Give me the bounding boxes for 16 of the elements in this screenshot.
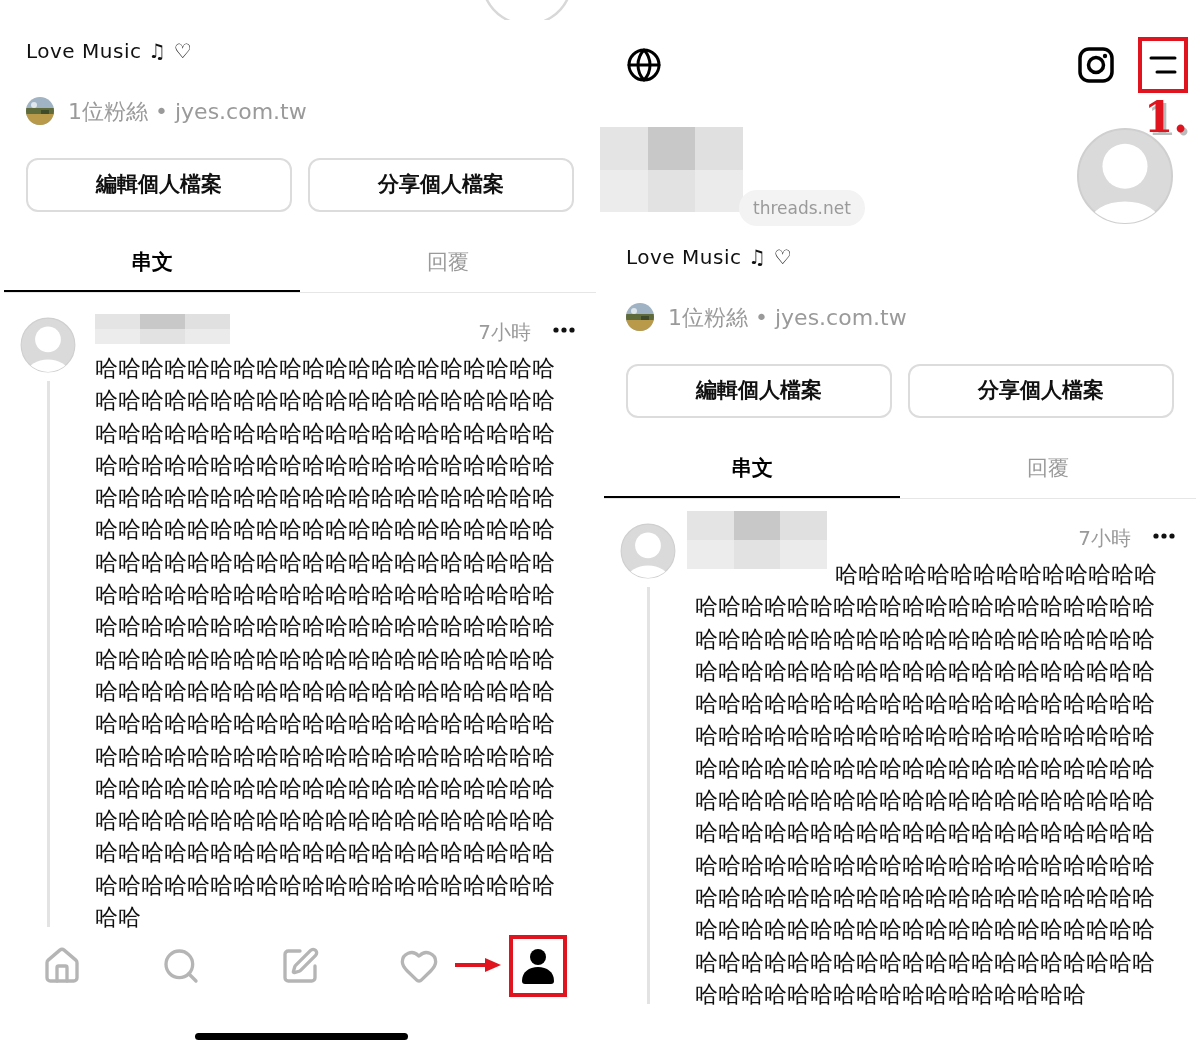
edit-profile-button[interactable]: 編輯個人檔案 bbox=[26, 158, 292, 212]
step-label: 1. bbox=[1144, 95, 1188, 141]
post-text: 哈哈哈哈哈哈哈哈哈哈哈哈哈哈哈哈哈哈哈哈哈哈哈哈哈哈哈哈哈哈哈哈哈哈哈哈哈哈哈哈哈哈哈哈哈哈哈哈哈哈哈哈哈哈哈哈哈哈哈哈哈哈哈哈哈哈哈哈哈哈哈哈哈哈哈哈哈哈哈哈哈哈哈哈哈哈哈哈哈哈哈哈哈哈哈哈哈哈哈哈哈哈哈哈哈哈哈哈哈哈哈哈哈哈哈哈哈哈哈哈哈哈哈哈哈哈哈哈哈哈哈哈哈哈哈哈哈哈哈哈哈哈哈哈哈哈哈哈哈哈哈哈哈哈哈哈哈哈哈哈哈哈哈哈哈哈哈哈哈哈哈哈哈哈哈哈哈哈哈哈哈哈哈哈哈哈哈哈哈哈哈哈哈哈哈哈哈哈哈哈哈哈哈哈哈哈哈哈哈哈哈哈哈哈哈哈哈哈哈哈哈哈哈哈哈哈哈哈哈哈哈哈哈哈哈哈哈哈哈哈哈哈哈哈哈哈哈哈哈哈哈哈哈哈哈哈哈哈哈哈哈哈哈哈哈哈哈哈哈哈哈哈哈哈哈哈哈哈哈哈哈哈哈哈哈哈哈哈哈哈哈哈哈哈哈哈哈哈哈哈哈哈哈哈哈哈哈哈哈哈哈哈哈哈哈哈哈哈哈哈哈哈哈哈哈哈哈哈哈哈哈哈哈哈哈哈哈哈哈哈哈哈 bbox=[95, 353, 556, 934]
profile-tab[interactable]: 串文 bbox=[4, 244, 300, 292]
share-profile-button[interactable]: 分享個人檔案 bbox=[908, 364, 1174, 418]
domain-badge: threads.net bbox=[739, 190, 865, 226]
share-profile-button[interactable]: 分享個人檔案 bbox=[308, 158, 574, 212]
post-time: 7小時 bbox=[1078, 525, 1131, 552]
followers-text: 1位粉絲 • jyes.com.tw bbox=[668, 303, 907, 332]
post-text: 哈哈哈哈哈哈哈哈哈哈哈哈哈哈哈哈哈哈哈哈哈哈哈哈哈哈哈哈哈哈哈哈哈哈哈哈哈哈哈哈哈哈哈哈哈哈哈哈哈哈哈哈哈哈哈哈哈哈哈哈哈哈哈哈哈哈哈哈哈哈哈哈哈哈哈哈哈哈哈哈哈哈哈哈哈哈哈哈哈哈哈哈哈哈哈哈哈哈哈哈哈哈哈哈哈哈哈哈哈哈哈哈哈哈哈哈哈哈哈哈哈哈哈哈哈哈哈哈哈哈哈哈哈哈哈哈哈哈哈哈哈哈哈哈哈哈哈哈哈哈哈哈哈哈哈哈哈哈哈哈哈哈哈哈哈哈哈哈哈哈哈哈哈哈哈哈哈哈哈哈哈哈哈哈哈哈哈哈哈哈哈哈哈哈哈哈哈哈哈哈哈哈哈哈哈哈哈哈哈哈哈哈哈哈哈哈哈哈哈哈哈哈哈哈哈哈哈哈哈哈哈哈哈哈哈哈哈哈哈哈哈哈哈哈哈哈哈哈哈哈哈哈哈哈哈哈哈哈哈哈哈哈哈哈哈哈哈哈哈哈哈 bbox=[695, 559, 1159, 1010]
followers-text: 1位粉絲 • jyes.com.tw bbox=[68, 97, 307, 126]
post-time: 7小時 bbox=[478, 319, 531, 346]
bio-text: Love Music ♫ ♡ bbox=[26, 38, 193, 64]
profile-tab[interactable]: 串文 bbox=[604, 450, 900, 498]
edit-profile-button[interactable]: 編輯個人檔案 bbox=[626, 364, 892, 418]
bio-text: Love Music ♫ ♡ bbox=[626, 244, 793, 270]
